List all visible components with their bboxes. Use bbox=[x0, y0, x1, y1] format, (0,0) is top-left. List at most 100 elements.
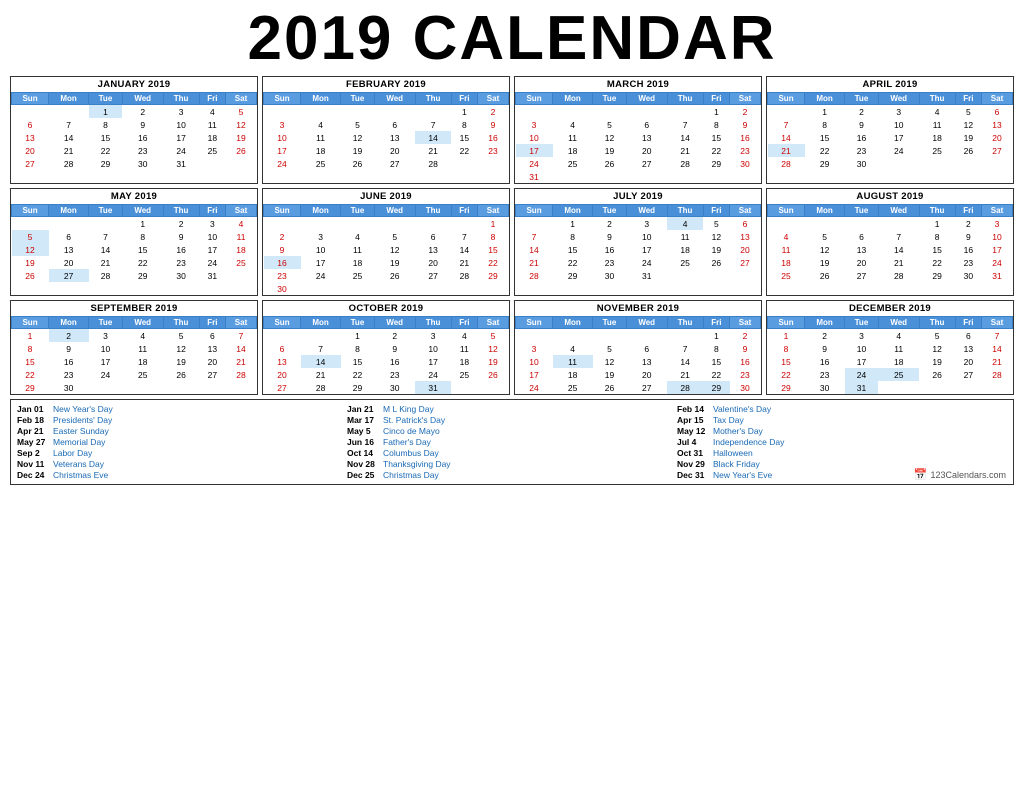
cal-day: 11 bbox=[451, 342, 477, 355]
cal-day bbox=[878, 381, 919, 394]
cal-day: 16 bbox=[845, 131, 879, 144]
holiday-date: Apr 15 bbox=[677, 415, 709, 425]
cal-day: 20 bbox=[374, 144, 415, 157]
brand-icon: 📅 bbox=[914, 468, 928, 481]
cal-day bbox=[301, 105, 341, 119]
cal-day: 27 bbox=[730, 256, 761, 269]
cal-day: 19 bbox=[478, 355, 509, 368]
cal-day: 1 bbox=[89, 105, 123, 119]
cal-day: 31 bbox=[163, 157, 199, 170]
day-header-sat: Sat bbox=[226, 93, 257, 105]
cal-table: SunMonTueWedThuFriSat1234567891011121314… bbox=[263, 316, 509, 394]
holiday-row: Oct 31Halloween bbox=[677, 448, 1007, 458]
cal-day: 26 bbox=[703, 256, 729, 269]
cal-day: 26 bbox=[226, 144, 257, 157]
cal-day: 15 bbox=[478, 243, 509, 256]
cal-day bbox=[919, 157, 955, 170]
month-block-10: OCTOBER 2019SunMonTueWedThuFriSat1234567… bbox=[262, 300, 510, 395]
cal-day: 5 bbox=[12, 230, 49, 243]
cal-day: 4 bbox=[667, 217, 703, 231]
cal-day: 9 bbox=[122, 118, 163, 131]
cal-day: 10 bbox=[626, 230, 667, 243]
month-block-11: NOVEMBER 2019SunMonTueWedThuFriSat123456… bbox=[514, 300, 762, 395]
holiday-date: Dec 25 bbox=[347, 470, 379, 480]
cal-day: 14 bbox=[982, 342, 1013, 355]
cal-day bbox=[703, 269, 729, 282]
cal-day: 13 bbox=[12, 131, 49, 144]
cal-day: 19 bbox=[703, 243, 729, 256]
cal-day: 1 bbox=[478, 217, 509, 231]
cal-day: 30 bbox=[49, 381, 89, 394]
cal-day: 31 bbox=[199, 269, 225, 282]
cal-day: 30 bbox=[730, 157, 761, 170]
cal-day: 18 bbox=[226, 243, 257, 256]
cal-day: 20 bbox=[982, 131, 1013, 144]
month-title: OCTOBER 2019 bbox=[263, 301, 509, 316]
cal-day: 14 bbox=[301, 355, 341, 368]
cal-day: 15 bbox=[703, 355, 729, 368]
cal-day: 12 bbox=[805, 243, 845, 256]
cal-day: 24 bbox=[878, 144, 919, 157]
cal-day: 21 bbox=[516, 256, 553, 269]
cal-day: 28 bbox=[768, 157, 805, 170]
cal-day: 14 bbox=[768, 131, 805, 144]
cal-day: 8 bbox=[89, 118, 123, 131]
cal-day: 28 bbox=[982, 368, 1013, 381]
cal-day: 29 bbox=[122, 269, 163, 282]
cal-day: 26 bbox=[805, 269, 845, 282]
cal-day: 11 bbox=[768, 243, 805, 256]
cal-day bbox=[516, 329, 553, 343]
cal-day: 5 bbox=[374, 230, 415, 243]
cal-day: 13 bbox=[374, 131, 415, 144]
holiday-row: Jul 4Independence Day bbox=[677, 437, 1007, 447]
holidays-section: Jan 01New Year's DayFeb 18Presidents' Da… bbox=[10, 399, 1014, 485]
day-header-tue: Tue bbox=[89, 205, 123, 217]
cal-day: 20 bbox=[49, 256, 89, 269]
holiday-name: Christmas Eve bbox=[53, 470, 108, 480]
cal-day: 19 bbox=[226, 131, 257, 144]
day-header-thu: Thu bbox=[163, 205, 199, 217]
cal-day: 8 bbox=[919, 230, 955, 243]
holiday-row: Nov 11Veterans Day bbox=[17, 459, 347, 469]
cal-day: 5 bbox=[163, 329, 199, 343]
cal-day bbox=[878, 157, 919, 170]
cal-day: 6 bbox=[264, 342, 301, 355]
cal-day: 4 bbox=[553, 118, 593, 131]
cal-day: 22 bbox=[703, 144, 729, 157]
cal-day: 7 bbox=[451, 230, 477, 243]
day-header-mon: Mon bbox=[553, 317, 593, 329]
cal-day: 28 bbox=[49, 157, 89, 170]
cal-table: SunMonTueWedThuFriSat1234567891011121314… bbox=[767, 204, 1013, 282]
holiday-name: Veterans Day bbox=[53, 459, 104, 469]
holiday-date: May 12 bbox=[677, 426, 709, 436]
cal-day: 18 bbox=[768, 256, 805, 269]
cal-day: 21 bbox=[415, 144, 451, 157]
cal-day: 31 bbox=[982, 269, 1013, 282]
cal-day: 6 bbox=[955, 329, 981, 343]
cal-day: 25 bbox=[451, 368, 477, 381]
cal-day: 22 bbox=[553, 256, 593, 269]
holiday-row: May 12Mother's Day bbox=[677, 426, 1007, 436]
cal-day: 3 bbox=[516, 342, 553, 355]
day-header-thu: Thu bbox=[415, 317, 451, 329]
cal-day: 26 bbox=[478, 368, 509, 381]
cal-day: 30 bbox=[730, 381, 761, 394]
holiday-date: Mar 17 bbox=[347, 415, 379, 425]
day-header-tue: Tue bbox=[341, 93, 375, 105]
month-title: APRIL 2019 bbox=[767, 77, 1013, 92]
cal-day bbox=[845, 217, 879, 231]
day-header-tue: Tue bbox=[845, 205, 879, 217]
cal-day: 16 bbox=[805, 355, 845, 368]
cal-day: 28 bbox=[89, 269, 123, 282]
holiday-name: Presidents' Day bbox=[53, 415, 112, 425]
cal-day: 26 bbox=[163, 368, 199, 381]
cal-day: 24 bbox=[516, 157, 553, 170]
cal-day: 16 bbox=[122, 131, 163, 144]
holiday-row: May 5Cinco de Mayo bbox=[347, 426, 677, 436]
cal-day bbox=[553, 170, 593, 183]
day-header-wed: Wed bbox=[878, 317, 919, 329]
cal-day: 20 bbox=[12, 144, 49, 157]
cal-day: 28 bbox=[451, 269, 477, 282]
cal-day: 24 bbox=[264, 157, 301, 170]
cal-day bbox=[919, 381, 955, 394]
